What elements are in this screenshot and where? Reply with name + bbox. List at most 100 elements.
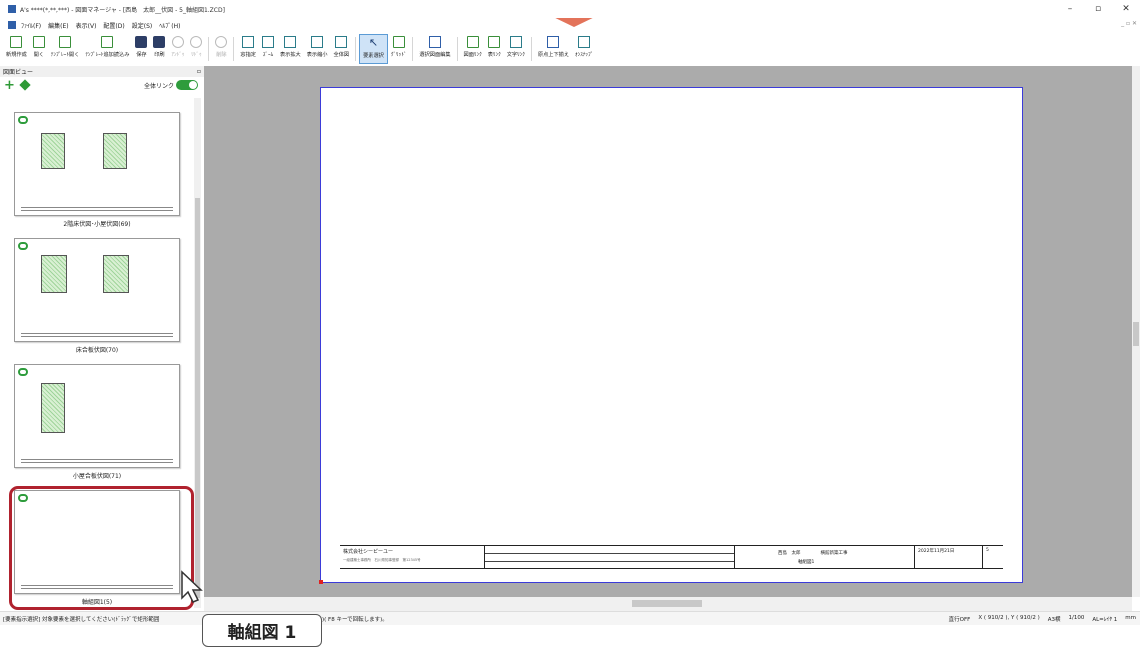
- pin-icon[interactable]: ▫: [197, 68, 201, 75]
- minimize-button[interactable]: –: [1056, 0, 1084, 18]
- page-number: 5: [986, 548, 989, 553]
- print-button[interactable]: 印刷: [150, 34, 168, 64]
- add-icon[interactable]: +: [4, 79, 15, 92]
- zoom-out-button[interactable]: 表示縮小: [304, 34, 331, 64]
- maximize-button[interactable]: ▫: [1084, 0, 1112, 18]
- status-message: [要素指示選択] 対象要素を選択してください(ﾄﾞﾗｯｸﾞで矩形範囲: [3, 616, 160, 623]
- thumbnail-item[interactable]: 床合板伏図(70): [14, 238, 180, 354]
- align-origin-button[interactable]: 原点上下揃え: [535, 34, 572, 64]
- window-title: A's ****(*,**,***) - 図面マネージャ - [西島 太郎__伏…: [20, 6, 225, 14]
- edit-drawing-icon: [428, 36, 441, 48]
- coordinate-readout: X ( 910/2 ), Y ( 910/2 ): [978, 614, 1040, 621]
- zoom-icon: [261, 36, 274, 48]
- scroll-thumb[interactable]: [632, 600, 702, 607]
- zoom-out-icon: [311, 36, 324, 48]
- thumbnail-image: [14, 112, 180, 216]
- doc-icon: [8, 21, 16, 29]
- undo-icon: [171, 36, 184, 48]
- canvas-hscrollbar[interactable]: [204, 597, 1132, 611]
- close-button[interactable]: ✕: [1112, 0, 1140, 18]
- snap-button[interactable]: ｵﾝｽﾅｯﾌﾟ: [572, 34, 596, 64]
- title-block-thumb: [21, 333, 173, 337]
- open-icon: [32, 36, 45, 48]
- scroll-thumb[interactable]: [1133, 322, 1139, 346]
- template-open-button[interactable]: ﾃﾝﾌﾟﾚｰﾄ開く: [48, 34, 83, 64]
- menu-edit[interactable]: 編集(E): [48, 21, 68, 30]
- fit-all-button[interactable]: 全体図: [331, 34, 353, 64]
- mdi-controls[interactable]: _ ▫ ✕: [1121, 20, 1137, 27]
- grid-button[interactable]: ｸﾞﾘｯﾄﾞ: [388, 34, 410, 64]
- menu-help[interactable]: ﾍﾙﾌﾟ(H): [159, 21, 180, 30]
- redo-button[interactable]: ﾘﾄﾞｩ: [187, 34, 205, 64]
- drawing-canvas[interactable]: 株式会社シーピーユー 一級建築士事務所 石川県知事登録 第12345号 西島 太…: [204, 66, 1132, 597]
- company-registration: 一級建築士事務所 石川県知事登録 第12345号: [343, 558, 421, 562]
- scroll-thumb[interactable]: [195, 198, 200, 598]
- separator: [233, 37, 235, 61]
- drawing-link-icon: [466, 36, 479, 48]
- title-block-thumb: [21, 207, 173, 211]
- plan-drawing: [103, 133, 127, 169]
- link-all-toggle[interactable]: [176, 80, 198, 90]
- company-name: 株式会社シーピーユー: [343, 549, 394, 555]
- canvas-vscrollbar[interactable]: [1132, 66, 1140, 597]
- thumbnail-caption: 小屋合板伏図(71): [72, 473, 122, 480]
- rule-line: [485, 553, 734, 554]
- delete-button[interactable]: 削除: [212, 34, 230, 64]
- thumbnail-item[interactable]: 2階床伏図･小屋伏図(69): [14, 112, 180, 228]
- layer-value: AL=ﾚｲﾔ 1: [1092, 616, 1118, 623]
- menu-view[interactable]: 表示(V): [76, 21, 97, 30]
- drawing-sheet[interactable]: 株式会社シーピーユー 一級建築士事務所 石川県知事登録 第12345号 西島 太…: [319, 87, 1023, 584]
- plan-drawing: [103, 255, 129, 293]
- select-button[interactable]: ↖ 要素選択: [359, 34, 388, 64]
- info-row: 西島 太郎 横館新築工事: [738, 550, 911, 556]
- separator: [530, 37, 532, 61]
- origin-marker: [319, 580, 323, 584]
- link-icon: [18, 242, 28, 250]
- separator: [208, 37, 210, 61]
- zoom-button[interactable]: ｽﾞｰﾑ: [259, 34, 277, 64]
- paper-size: A3横: [1047, 616, 1061, 623]
- title-block: 株式会社シーピーユー 一級建築士事務所 石川県知事登録 第12345号 西島 太…: [340, 545, 1003, 569]
- scale-value: 1/100: [1068, 614, 1085, 621]
- separator: [355, 37, 357, 61]
- zoom-in-button[interactable]: 表示拡大: [277, 34, 304, 64]
- title-block-thumb: [21, 459, 173, 463]
- pane-scrollbar[interactable]: [194, 98, 201, 608]
- table-link-button[interactable]: 表ﾘﾝｸ: [485, 34, 504, 64]
- separator: [412, 37, 414, 61]
- owner-name: 西島 太郎: [778, 550, 801, 556]
- thumbnail-item[interactable]: 小屋合板伏図(71): [14, 364, 180, 480]
- align-origin-icon: [547, 36, 560, 48]
- project-name: 横館新築工事: [820, 550, 848, 556]
- menu-settings[interactable]: 設定(S): [132, 21, 153, 30]
- menu-file[interactable]: ﾌｧｲﾙ(F): [21, 21, 41, 30]
- date-value: 2022年11月21日: [918, 549, 955, 554]
- redo-icon: [190, 36, 203, 48]
- info-cell: 西島 太郎 横館新築工事 軸組図1: [735, 546, 915, 568]
- text-link-icon: [509, 36, 522, 48]
- title-bar: A's ****(*,**,***) - 図面マネージャ - [西島 太郎__伏…: [0, 0, 1140, 18]
- window-select-button[interactable]: 窓指定: [237, 34, 259, 64]
- save-icon: [135, 36, 148, 48]
- undo-button[interactable]: ｱﾝﾄﾞｩ: [168, 34, 187, 64]
- thumbnail-caption: 床合板伏図(70): [75, 347, 119, 354]
- mouse-pointer-icon: [181, 570, 203, 603]
- status-indicators: 直行OFF X ( 910/2 ), Y ( 910/2 ) A3横 1/100…: [949, 615, 1136, 623]
- snap-icon: [578, 36, 591, 48]
- text-link-button[interactable]: 文字ﾘﾝｸ: [504, 34, 528, 64]
- edit-drawing-button[interactable]: 選択図面編集: [416, 34, 453, 64]
- open-button[interactable]: 開く: [30, 34, 48, 64]
- drawing-link-button[interactable]: 図面ﾘﾝｸ: [461, 34, 485, 64]
- select-cursor-icon: ↖: [368, 36, 379, 49]
- unit-value: mm: [1125, 614, 1136, 621]
- window-controls: – ▫ ✕: [1056, 0, 1140, 18]
- menu-place[interactable]: 配置(D): [103, 21, 124, 30]
- erase-icon[interactable]: [19, 79, 31, 91]
- save-button[interactable]: 保存: [132, 34, 150, 64]
- template-add-button[interactable]: ﾃﾝﾌﾟﾚｰﾄ追加読込み: [82, 34, 132, 64]
- thumbnail-image: [14, 238, 180, 342]
- link-all-label: 全体リンク: [143, 82, 174, 90]
- new-file-icon: [10, 36, 23, 48]
- template-open-icon: [59, 36, 72, 48]
- new-button[interactable]: 新規作成: [3, 34, 30, 64]
